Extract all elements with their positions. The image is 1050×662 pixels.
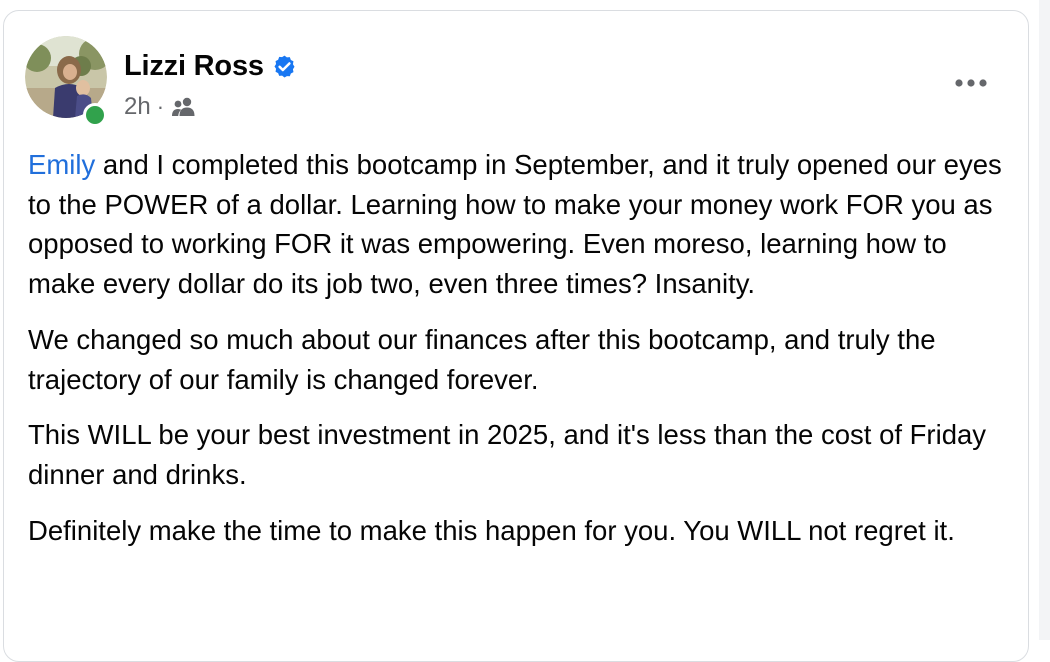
post-paragraph: Definitely make the time to make this ha… — [28, 514, 955, 546]
post-meta: 2h · — [124, 93, 198, 121]
author-avatar[interactable] — [25, 36, 107, 127]
meta-separator: · — [156, 94, 165, 119]
author-row: Lizzi Ross — [124, 50, 297, 83]
more-options-button[interactable] — [944, 63, 998, 103]
post-paragraph: We changed so much about our finances af… — [28, 323, 936, 395]
verified-badge-icon — [274, 55, 295, 78]
author-name[interactable]: Lizzi Ross — [124, 50, 264, 83]
mention-link[interactable]: Emily — [28, 149, 95, 180]
page-scroll-edge — [1039, 0, 1050, 640]
post-timestamp[interactable]: 2h — [124, 93, 151, 121]
post-paragraph: This WILL be your best investment in 202… — [28, 419, 987, 490]
post-card: Lizzi Ross 2h · Emily and I completed th… — [3, 10, 1029, 662]
friends-audience-icon[interactable] — [170, 96, 198, 118]
more-options-icon — [955, 79, 987, 87]
post-body: Emily and I completed this bootcamp in S… — [28, 145, 1018, 566]
post-paragraph: Emily and I completed this bootcamp in S… — [28, 145, 1018, 304]
online-status-icon — [83, 103, 107, 127]
paragraph-text: and I completed this bootcamp in Septemb… — [28, 149, 1002, 300]
